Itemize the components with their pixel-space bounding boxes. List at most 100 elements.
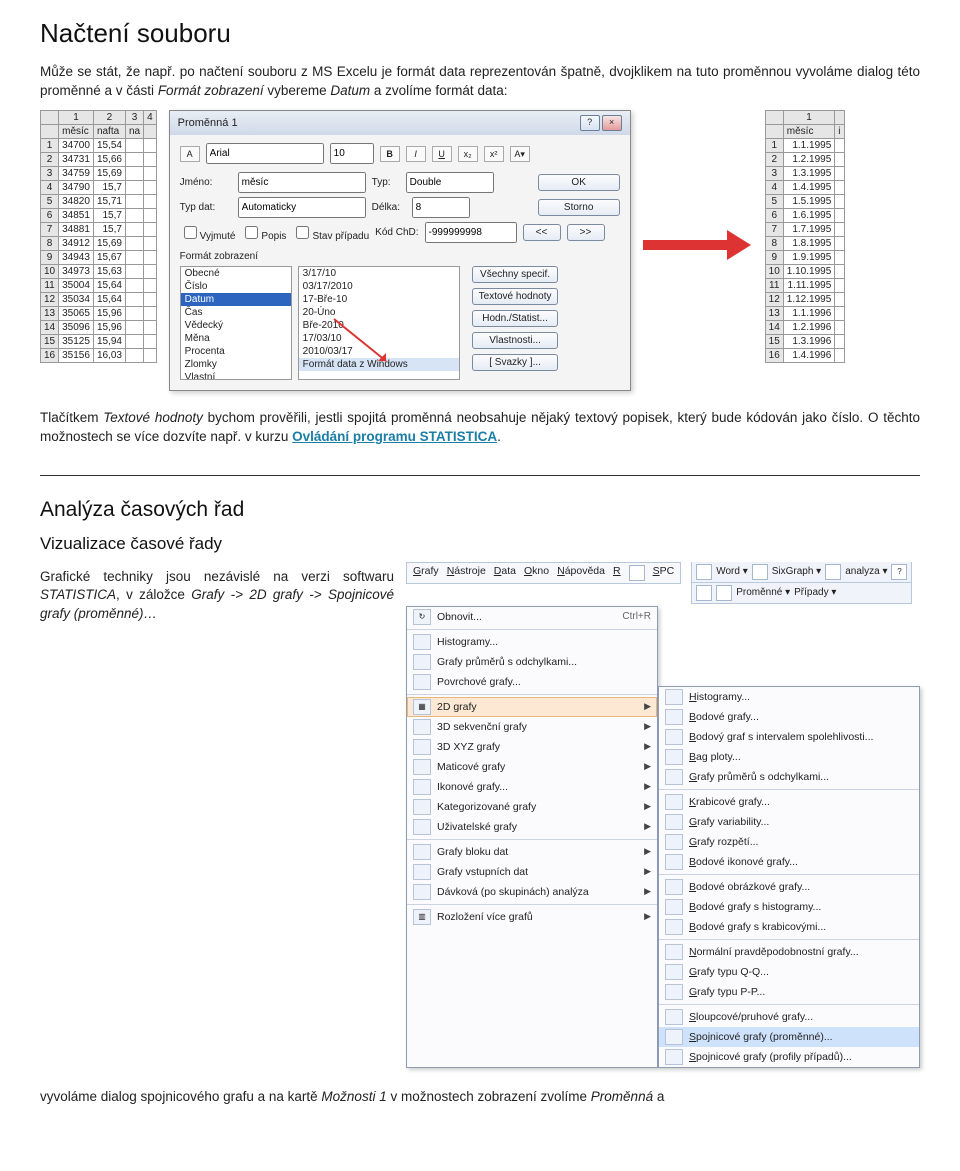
font-style-icon[interactable]: A <box>180 146 200 162</box>
superscript-icon[interactable]: x₂ <box>458 146 478 162</box>
menu-spc[interactable]: SPC <box>653 565 675 581</box>
chart-icon <box>413 634 431 650</box>
chart-icon <box>665 709 683 725</box>
submenu-item[interactable]: Spojnicové grafy (profily případů)... <box>659 1047 919 1067</box>
transform-arrow-icon <box>643 230 753 258</box>
submenu-item[interactable]: Sloupcové/pruhové grafy... <box>659 1007 919 1027</box>
menu-item[interactable]: Maticové grafy▶ <box>407 757 657 777</box>
menu-item[interactable]: 3D sekvenční grafy▶ <box>407 717 657 737</box>
chart-icon <box>665 919 683 935</box>
chart-icon <box>665 879 683 895</box>
format-category-list[interactable]: ObecnéČísloDatumČasVědeckýMěnaProcentaZl… <box>180 266 292 380</box>
menu-item[interactable]: 3D XYZ grafy▶ <box>407 737 657 757</box>
name-input[interactable] <box>238 172 366 193</box>
vyjmute-checkbox[interactable] <box>184 226 197 239</box>
font-color-icon[interactable]: A▾ <box>510 146 530 162</box>
subsection-heading: Vizualizace časové řady <box>40 534 920 554</box>
submenu-item[interactable]: Bodové ikonové grafy... <box>659 852 919 872</box>
submenu-item[interactable]: Grafy rozpětí... <box>659 832 919 852</box>
toolbar-b[interactable]: Proměnné ▾ Případy ▾ <box>691 583 912 604</box>
submenu-item[interactable]: Bodový graf s intervalem spolehlivosti..… <box>659 727 919 747</box>
submenu-item[interactable]: Grafy průměrů s odchylkami... <box>659 767 919 787</box>
chart-icon <box>413 779 431 795</box>
submenu-item[interactable]: Bodové grafy... <box>659 707 919 727</box>
subscript-icon[interactable]: x² <box>484 146 504 162</box>
submenu-item[interactable]: Bodové obrázkové grafy... <box>659 877 919 897</box>
submenu-item[interactable]: Grafy typu Q-Q... <box>659 962 919 982</box>
submenu-item[interactable]: Grafy variability... <box>659 812 919 832</box>
all-specif-button[interactable]: Všechny specif. <box>472 266 559 283</box>
underline-icon[interactable]: U <box>432 146 452 162</box>
help-toolbar-icon[interactable]: ? <box>891 564 907 580</box>
toolbar-item[interactable]: Proměnné ▾ <box>736 587 790 598</box>
footer-paragraph: vyvoláme dialog spojnicového grafu a na … <box>40 1088 920 1107</box>
menu-item[interactable]: Dávková (po skupinách) analýza▶ <box>407 882 657 902</box>
submenu-item[interactable]: Spojnicové grafy (proměnné)... <box>659 1027 919 1047</box>
menu-bar[interactable]: Grafy Nástroje Data Okno Nápověda R SPC <box>406 562 681 584</box>
submenu-item[interactable]: Bodové grafy s krabicovými... <box>659 917 919 937</box>
grafy-dropdown[interactable]: ↻Obnovit...Ctrl+R Histogramy...Grafy prů… <box>406 606 658 1068</box>
menu-item[interactable]: Grafy bloku dat▶ <box>407 842 657 862</box>
menu-r[interactable]: R <box>613 565 621 581</box>
2d-grafy-submenu[interactable]: Histogramy...Bodové grafy...Bodový graf … <box>658 686 920 1068</box>
submenu-item[interactable]: Grafy typu P-P... <box>659 982 919 1002</box>
kod-input[interactable] <box>425 222 517 243</box>
toolbar-item[interactable]: analyza ▾ <box>845 566 887 577</box>
menu-item[interactable]: Kategorizované grafy▶ <box>407 797 657 817</box>
storno-button[interactable]: Storno <box>538 199 620 216</box>
type-select[interactable] <box>406 172 494 193</box>
stav-checkbox[interactable] <box>296 226 309 239</box>
menu-item[interactable]: Povrchové grafy... <box>407 672 657 692</box>
close-icon[interactable]: × <box>602 115 622 131</box>
plus-icon[interactable] <box>696 585 712 601</box>
chart-icon <box>413 799 431 815</box>
chart-icon <box>665 689 683 705</box>
italic-icon[interactable]: I <box>406 146 426 162</box>
submenu-item[interactable]: Krabicové grafy... <box>659 792 919 812</box>
font-size-input[interactable] <box>330 143 374 164</box>
text-values-button[interactable]: Textové hodnoty <box>472 288 559 305</box>
toolbar-icon[interactable] <box>696 564 712 580</box>
menu-nástroje[interactable]: Nástroje <box>447 565 486 581</box>
toolbar-item[interactable]: Word ▾ <box>716 566 748 577</box>
datatype-select[interactable] <box>238 197 366 218</box>
popis-checkbox[interactable] <box>245 226 258 239</box>
menu-item[interactable]: Grafy průměrů s odchylkami... <box>407 652 657 672</box>
vis-paragraph: Grafické techniky jsou nezávislé na verz… <box>40 568 394 624</box>
ovladani-link[interactable]: Ovládání programu STATISTICA <box>292 429 497 444</box>
submenu-item[interactable]: Normální pravděpodobnostní grafy... <box>659 942 919 962</box>
font-name-input[interactable] <box>206 143 324 164</box>
menu-okno[interactable]: Okno <box>524 565 549 581</box>
help-icon[interactable]: ? <box>580 115 600 131</box>
submenu-item[interactable]: Bodové grafy s histogramy... <box>659 897 919 917</box>
chart-icon <box>413 819 431 835</box>
next-button[interactable]: >> <box>567 224 605 241</box>
menu-item[interactable]: Grafy vstupních dat▶ <box>407 862 657 882</box>
variable-dialog: Proměnná 1 ? × A B I U x₂ x² A▾ Jméno: <box>169 110 631 391</box>
toolbar-item[interactable]: SixGraph ▾ <box>772 566 821 577</box>
hodn-statist-button[interactable]: Hodn./Statist... <box>472 310 559 327</box>
prev-button[interactable]: << <box>523 224 561 241</box>
menu-2d-grafy[interactable]: ▦2D grafy▶ <box>407 697 657 717</box>
ok-button[interactable]: OK <box>538 174 620 191</box>
menu-grafy[interactable]: Grafy <box>413 565 439 581</box>
bold-icon[interactable]: B <box>380 146 400 162</box>
toolbar-icon[interactable] <box>825 564 841 580</box>
minus-icon[interactable] <box>716 585 732 601</box>
chart-icon <box>665 1009 683 1025</box>
menu-item[interactable]: Histogramy... <box>407 632 657 652</box>
svazky-button[interactable]: [ Svazky ]... <box>472 354 559 371</box>
toolbar-icon[interactable] <box>752 564 768 580</box>
layout-icon: ▥ <box>413 909 431 925</box>
toolbar-item[interactable]: Případy ▾ <box>794 587 836 598</box>
menu-data[interactable]: Data <box>494 565 516 581</box>
menu-item[interactable]: Uživatelské grafy▶ <box>407 817 657 837</box>
menu-item[interactable]: Ikonové grafy...▶ <box>407 777 657 797</box>
submenu-item[interactable]: Bag ploty... <box>659 747 919 767</box>
chart-icon <box>665 749 683 765</box>
vlastnosti-button[interactable]: Vlastnosti... <box>472 332 559 349</box>
length-input[interactable] <box>412 197 470 218</box>
submenu-item[interactable]: Histogramy... <box>659 687 919 707</box>
menu-nápověda[interactable]: Nápověda <box>557 565 605 581</box>
toolbar-a[interactable]: Word ▾ SixGraph ▾ analyza ▾? <box>691 562 912 583</box>
